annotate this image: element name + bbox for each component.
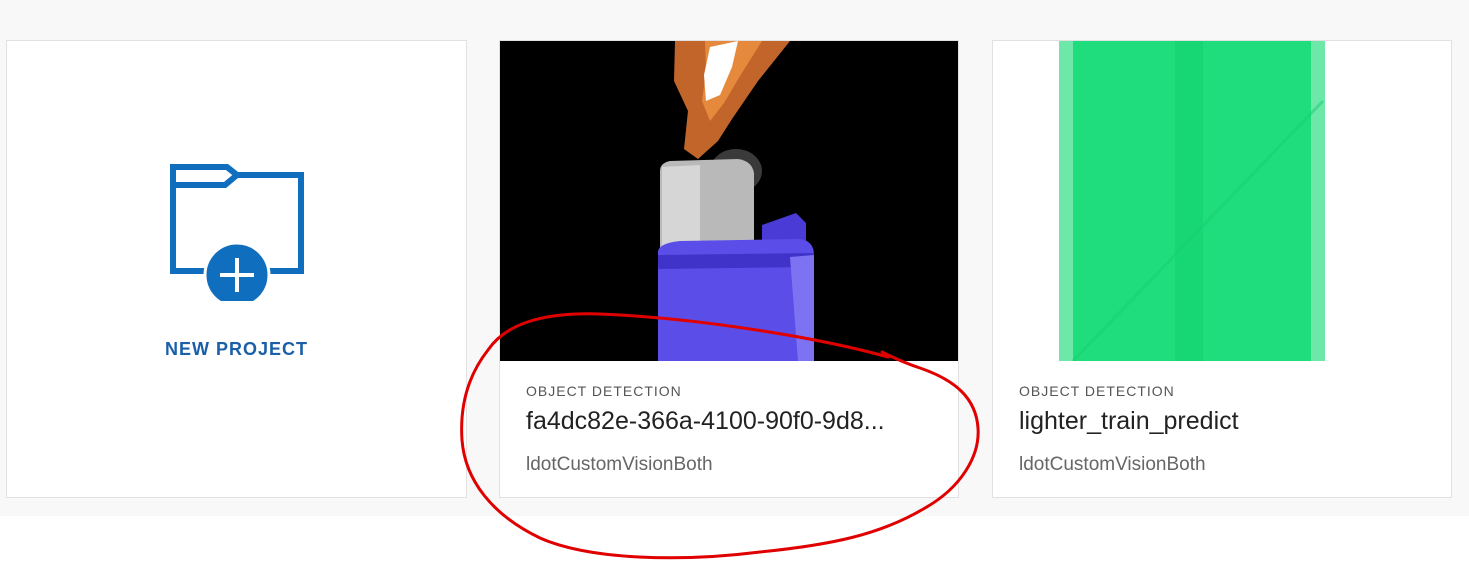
- new-project-folder-icon: [170, 164, 304, 301]
- project-card[interactable]: OBJECT DETECTION fa4dc82e-366a-4100-90f0…: [499, 40, 959, 498]
- new-project-label: NEW PROJECT: [164, 339, 308, 359]
- new-project-card[interactable]: NEW PROJECT: [6, 40, 467, 498]
- project-card[interactable]: OBJECT DETECTION lighter_train_predict l…: [992, 40, 1452, 498]
- project-owner: ldotCustomVisionBoth: [526, 454, 713, 475]
- project-name: lighter_train_predict: [1019, 407, 1239, 435]
- project-type: OBJECT DETECTION: [1019, 383, 1175, 399]
- project-owner: ldotCustomVisionBoth: [1019, 454, 1206, 475]
- project-type: OBJECT DETECTION: [526, 383, 682, 399]
- project-thumbnail-lighter-flame: [500, 41, 958, 361]
- project-thumbnail-green-lighter: [993, 41, 1451, 361]
- project-name: fa4dc82e-366a-4100-90f0-9d8...: [526, 407, 885, 435]
- page: NEW PROJECT OBJECT DETECTION fa4dc82e-36…: [0, 0, 1469, 564]
